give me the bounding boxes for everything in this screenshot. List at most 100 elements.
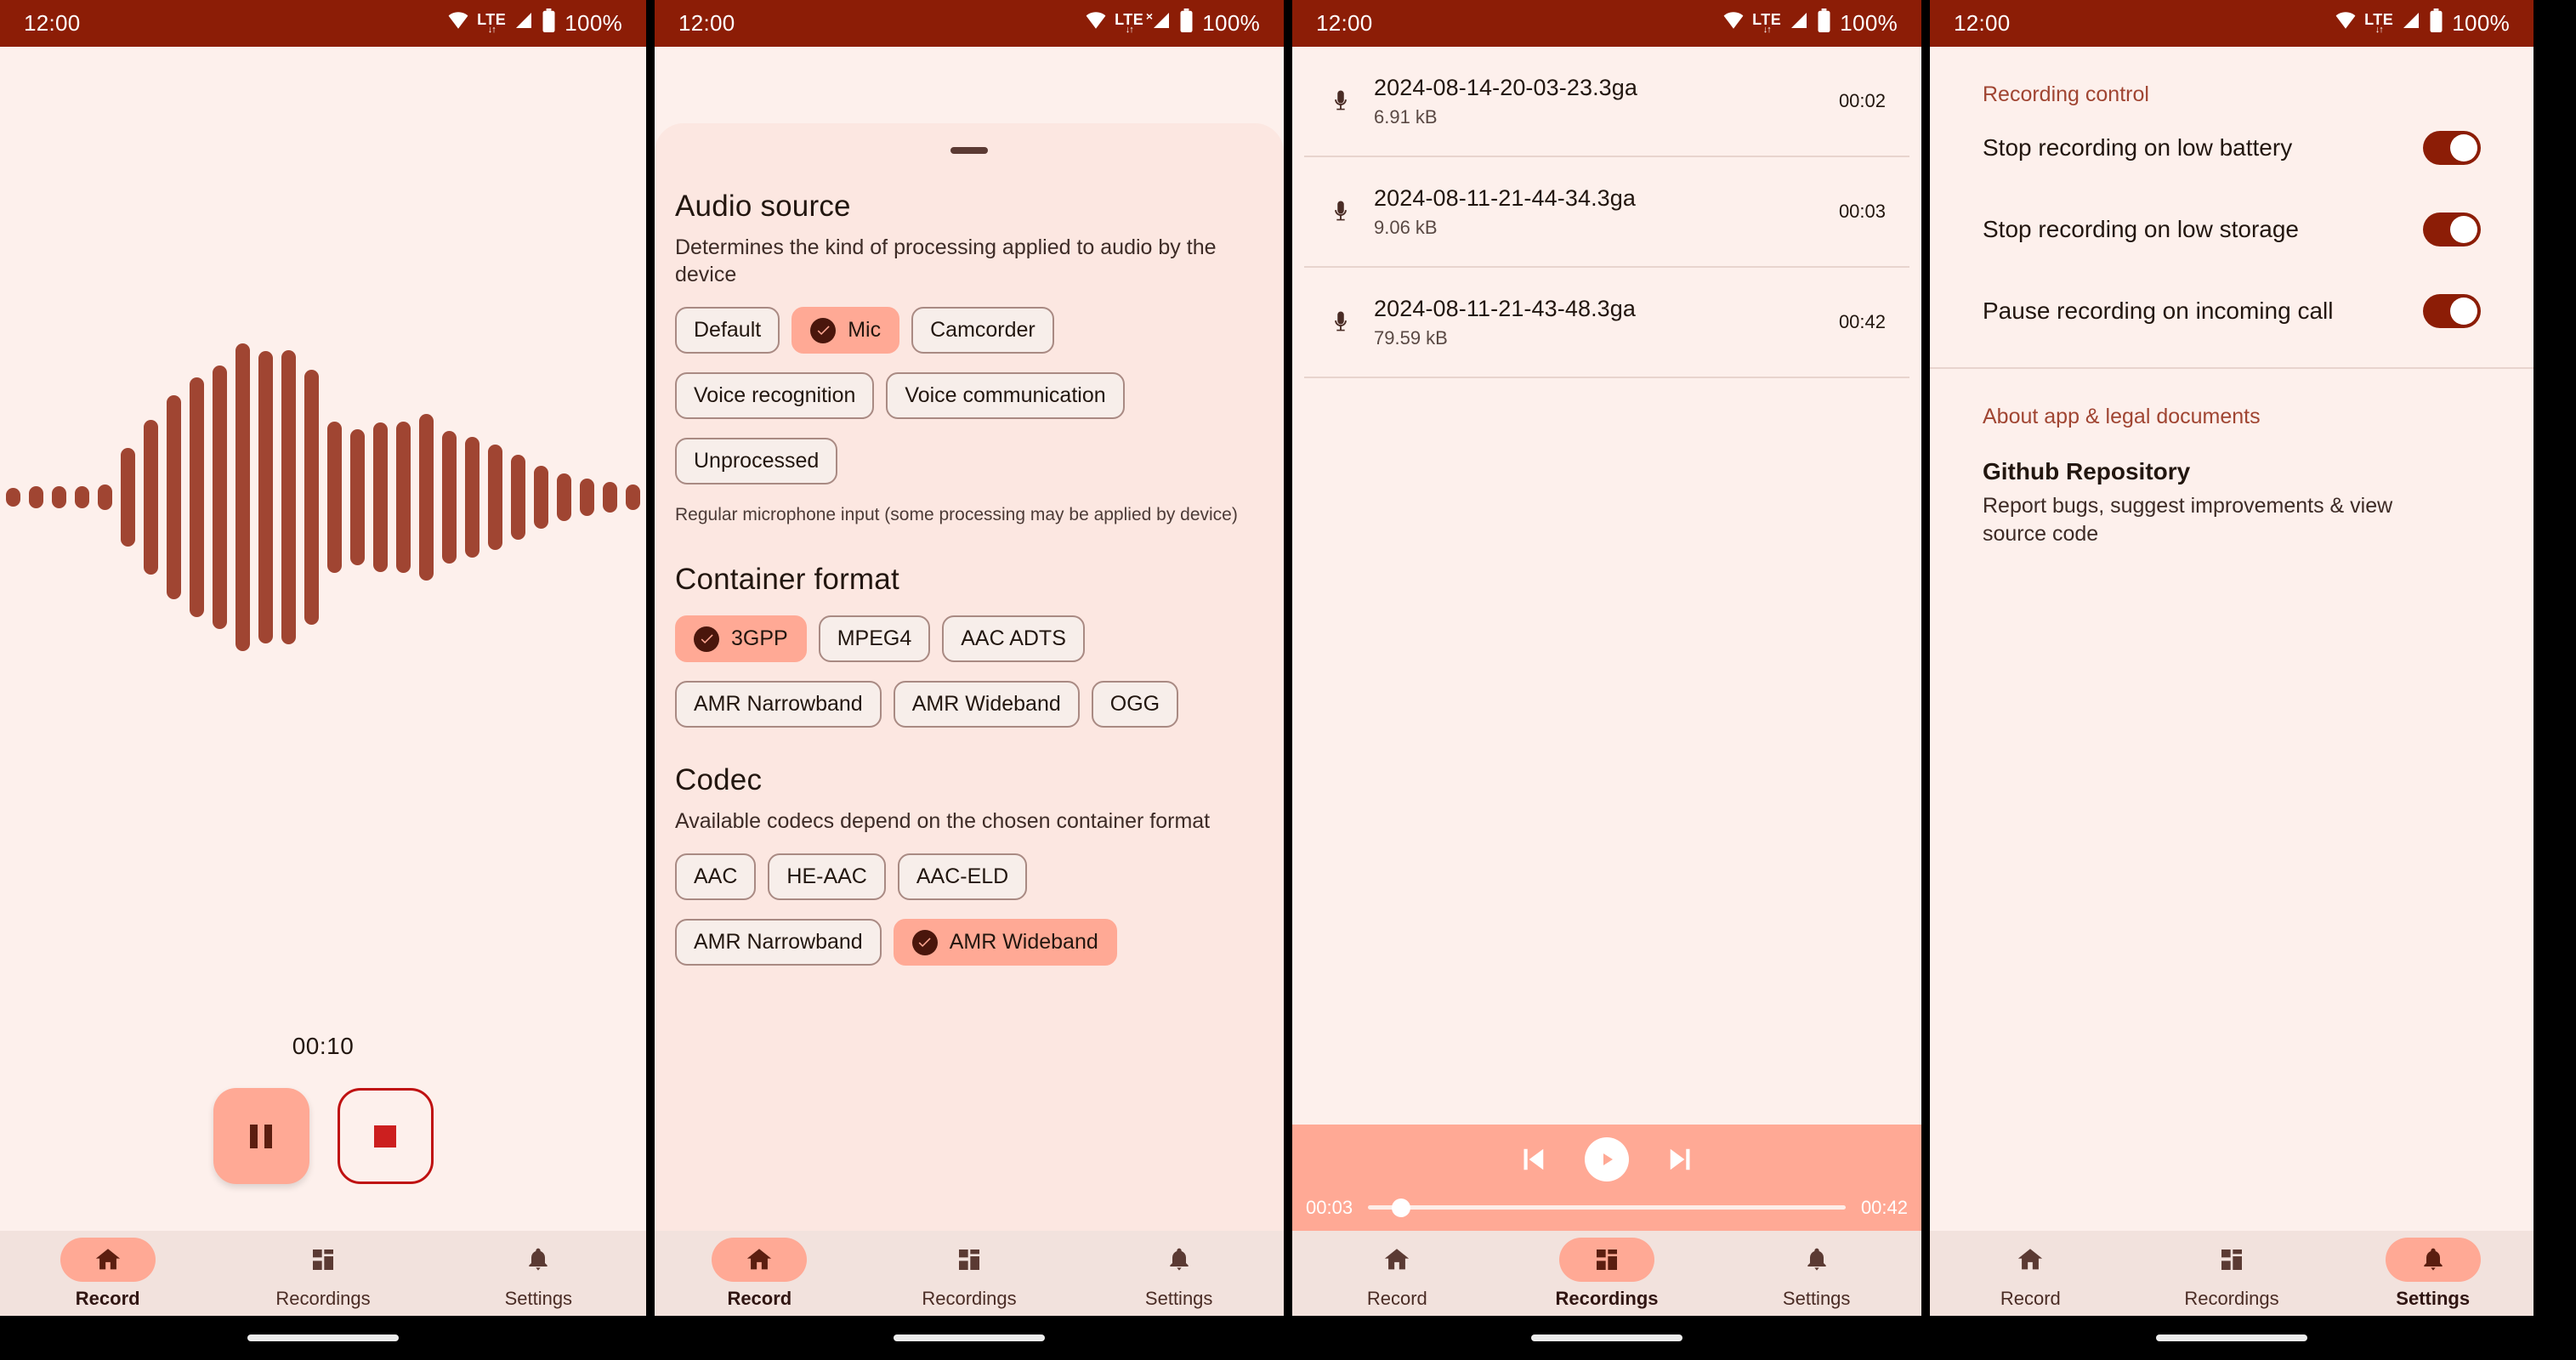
nav-item-settings[interactable]: Settings xyxy=(1074,1238,1284,1310)
about-item-github[interactable]: Github Repository Report bugs, suggest i… xyxy=(1983,458,2481,547)
pause-button[interactable] xyxy=(213,1088,309,1184)
nav-item-record[interactable]: Record xyxy=(1930,1238,2131,1310)
chip-3gpp[interactable]: 3GPP xyxy=(675,615,807,663)
battery-icon xyxy=(2429,8,2443,38)
chip-codec-amr-narrowband[interactable]: AMR Narrowband xyxy=(675,919,882,966)
nav-item-settings[interactable]: Settings xyxy=(1711,1238,1921,1310)
chip-label: AAC-ELD xyxy=(916,864,1009,889)
skip-previous-icon xyxy=(1523,1148,1544,1170)
audio-source-chips-row-2: Voice recognition Voice communication xyxy=(675,372,1263,419)
recording-control-header: Recording control xyxy=(1983,82,2149,106)
waveform-bar xyxy=(235,343,250,651)
seek-knob[interactable] xyxy=(1392,1198,1411,1217)
about-header: About app & legal documents xyxy=(1983,405,2261,428)
toggle-low-storage[interactable] xyxy=(2423,212,2481,246)
recordings-list: 2024-08-14-20-03-23.3ga 6.91 kB 00:02 2024-… xyxy=(1292,47,1921,378)
toggle-incoming-call[interactable] xyxy=(2423,294,2481,328)
nav-item-recordings[interactable]: Recordings xyxy=(2131,1238,2333,1310)
screen-settings: 12:00 LTE ↓↑ 100% Recording control Stop … xyxy=(1930,0,2533,1360)
chip-amr-narrowband[interactable]: AMR Narrowband xyxy=(675,681,882,728)
check-icon xyxy=(911,929,938,955)
chip-default[interactable]: Default xyxy=(675,307,780,354)
nav-item-recordings[interactable]: Recordings xyxy=(1502,1237,1712,1310)
sheet-grabber[interactable] xyxy=(950,147,988,154)
setting-row-low-storage[interactable]: Stop recording on low storage xyxy=(1983,189,2481,270)
player-controls xyxy=(1292,1130,1921,1189)
nav-item-record[interactable]: Record xyxy=(0,1237,215,1310)
seek-bar[interactable] xyxy=(1368,1198,1846,1217)
nav-label-recordings: Recordings xyxy=(2184,1287,2279,1309)
gesture-bar[interactable] xyxy=(894,1334,1045,1341)
nav-label-settings: Settings xyxy=(504,1287,573,1309)
recording-row[interactable]: 2024-08-11-21-44-34.3ga 9.06 kB 00:03 xyxy=(1304,157,1909,268)
nav-label-recordings: Recordings xyxy=(1555,1287,1659,1309)
waveform-bar xyxy=(465,437,479,558)
previous-button[interactable] xyxy=(1513,1140,1552,1179)
chip-voice-recognition[interactable]: Voice recognition xyxy=(675,372,875,419)
toggle-low-battery[interactable] xyxy=(2423,131,2481,165)
chip-camcorder[interactable]: Camcorder xyxy=(911,307,1054,354)
setting-row-low-battery[interactable]: Stop recording on low battery xyxy=(1983,107,2481,189)
screenshot-root: 12:00 LTE ↓↑ 100% 00:10 Record Recording… xyxy=(0,0,2576,1360)
chip-label: Camcorder xyxy=(930,318,1036,342)
waveform-bar xyxy=(304,370,319,625)
waveform-bar xyxy=(534,466,548,529)
setting-label: Pause recording on incoming call xyxy=(1983,298,2334,324)
chip-codec-amr-wideband[interactable]: AMR Wideband xyxy=(893,919,1117,966)
codec-chips-row-1: AAC HE-AAC AAC-ELD xyxy=(675,853,1263,901)
gesture-bar[interactable] xyxy=(1531,1334,1682,1341)
bottom-nav: Record Recordings Settings xyxy=(655,1231,1284,1316)
setting-row-incoming-call[interactable]: Pause recording on incoming call xyxy=(1983,270,2481,352)
chip-amr-wideband[interactable]: AMR Wideband xyxy=(893,681,1080,728)
chip-he-aac[interactable]: HE-AAC xyxy=(768,853,886,901)
battery-percent: 100% xyxy=(2452,10,2510,36)
chip-unprocessed[interactable]: Unprocessed xyxy=(675,438,838,484)
nav-pill-settings xyxy=(491,1238,586,1282)
home-icon xyxy=(95,1248,120,1269)
chip-aac[interactable]: AAC xyxy=(675,853,757,901)
gesture-bar[interactable] xyxy=(247,1334,399,1341)
gesture-bar[interactable] xyxy=(2156,1334,2307,1341)
chip-aac-eld[interactable]: AAC-ELD xyxy=(897,853,1028,901)
screen-record: 12:00 LTE ↓↑ 100% 00:10 Record Recording… xyxy=(0,0,646,1360)
recording-row[interactable]: 2024-08-11-21-43-48.3ga 79.59 kB 00:42 xyxy=(1304,268,1909,378)
battery-percent: 100% xyxy=(565,10,622,36)
microphone-icon xyxy=(1316,83,1365,119)
home-icon xyxy=(1385,1248,1410,1269)
nav-label-record: Record xyxy=(727,1287,792,1309)
nav-label-settings: Settings xyxy=(1144,1287,1213,1309)
screen-recordings: 12:00 LTE ↓↑ 100% 2024-08-14-20-03-23.3ga… xyxy=(1292,0,1921,1360)
recording-size: 9.06 kB xyxy=(1374,216,1438,238)
setting-label: Stop recording on low storage xyxy=(1983,216,2299,242)
codec-chips-row-2: AMR Narrowband AMR Wideband xyxy=(675,919,1263,966)
elapsed-time: 00:03 xyxy=(1306,1196,1353,1218)
chip-label: AAC ADTS xyxy=(961,626,1066,651)
lte-icon: LTE ↓↑ xyxy=(2364,11,2394,35)
status-bar: 12:00 LTE ↓↑ 100% xyxy=(0,0,646,47)
home-icon xyxy=(747,1248,772,1269)
chip-mic[interactable]: Mic xyxy=(792,307,900,354)
next-button[interactable] xyxy=(1661,1140,1700,1179)
recording-size: 6.91 kB xyxy=(1374,105,1438,128)
stop-button[interactable] xyxy=(337,1088,434,1184)
chip-voice-communication[interactable]: Voice communication xyxy=(886,372,1125,419)
nav-item-recordings[interactable]: Recordings xyxy=(865,1238,1075,1310)
nav-item-settings[interactable]: Settings xyxy=(431,1238,646,1310)
bell-icon xyxy=(529,1248,548,1271)
chip-mpeg4[interactable]: MPEG4 xyxy=(818,615,931,663)
chip-aac-adts[interactable]: AAC ADTS xyxy=(942,615,1085,663)
nav-item-recordings[interactable]: Recordings xyxy=(215,1238,430,1310)
recording-row[interactable]: 2024-08-14-20-03-23.3ga 6.91 kB 00:02 xyxy=(1304,47,1909,157)
pause-icon xyxy=(250,1124,272,1148)
grid-icon xyxy=(312,1249,333,1270)
gesture-bar-area xyxy=(0,1316,646,1360)
chip-ogg[interactable]: OGG xyxy=(1091,681,1179,728)
play-button[interactable] xyxy=(1585,1136,1629,1182)
audio-source-subtitle: Determines the kind of processing applie… xyxy=(675,235,1217,286)
recording-size: 79.59 kB xyxy=(1374,326,1448,348)
codec-title: Codec xyxy=(675,763,763,797)
container-format-title: Container format xyxy=(675,563,899,597)
nav-item-record[interactable]: Record xyxy=(655,1237,865,1310)
nav-item-settings[interactable]: Settings xyxy=(2332,1237,2533,1310)
nav-item-record[interactable]: Record xyxy=(1292,1238,1502,1310)
